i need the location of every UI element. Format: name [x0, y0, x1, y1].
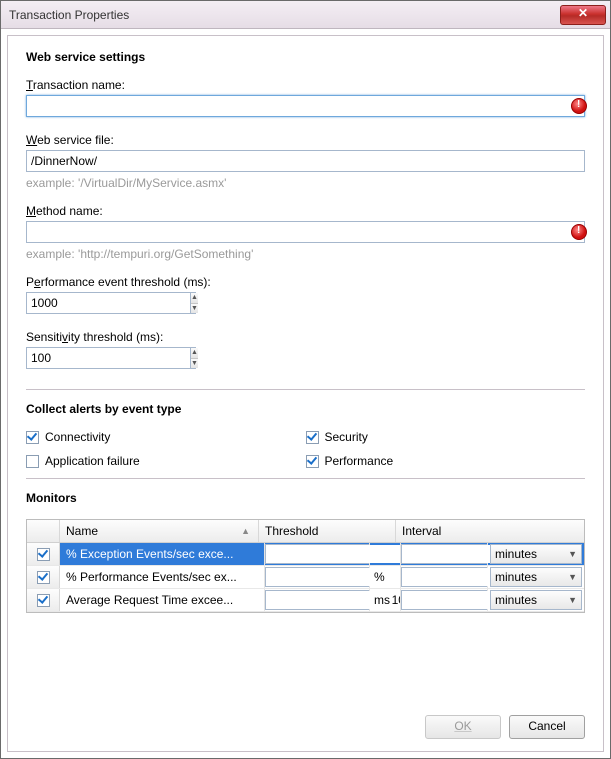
- table-row[interactable]: Average Request Time excee... ▲▼ ms ▲▼: [27, 589, 584, 612]
- perf-threshold-input[interactable]: [27, 293, 190, 313]
- transaction-name-label: Transaction name:: [26, 78, 585, 92]
- web-service-file-input[interactable]: [26, 150, 585, 172]
- sens-threshold-input[interactable]: [27, 348, 190, 368]
- method-name-example: example: 'http://tempuri.org/GetSomethin…: [26, 247, 585, 261]
- check-security[interactable]: [306, 431, 319, 444]
- dialog-window: Transaction Properties ✕ Web service set…: [0, 0, 611, 759]
- monitors-grid: Name ▲ Threshold Interval % Exception Ev…: [26, 519, 585, 613]
- row-checkbox[interactable]: [37, 571, 50, 584]
- row-name: % Performance Events/sec ex...: [60, 566, 265, 588]
- titlebar: Transaction Properties ✕: [1, 1, 610, 29]
- spin-down-icon[interactable]: ▼: [191, 304, 198, 314]
- chevron-down-icon: ▼: [568, 549, 577, 559]
- col-interval[interactable]: Interval: [396, 520, 584, 542]
- ok-button: OK: [425, 715, 501, 739]
- row-checkbox[interactable]: [37, 548, 50, 561]
- cancel-button[interactable]: Cancel: [509, 715, 585, 739]
- row-interval-unit-select[interactable]: minutes▼: [490, 544, 582, 564]
- transaction-name-input[interactable]: [26, 95, 585, 117]
- table-row[interactable]: % Performance Events/sec ex... ▲▼ % ▲▼: [27, 566, 584, 589]
- grid-header: Name ▲ Threshold Interval: [27, 520, 584, 543]
- sort-asc-icon: ▲: [241, 526, 250, 536]
- spin-up-icon[interactable]: ▲: [191, 348, 198, 359]
- col-threshold[interactable]: Threshold: [259, 520, 396, 542]
- row-name: Average Request Time excee...: [60, 589, 265, 611]
- window-title: Transaction Properties: [9, 8, 560, 22]
- sens-threshold-spinner[interactable]: ▲ ▼: [26, 347, 196, 369]
- perf-threshold-label: Performance event threshold (ms):: [26, 275, 585, 289]
- section-web-service-heading: Web service settings: [26, 50, 585, 64]
- section-collect-heading: Collect alerts by event type: [26, 402, 585, 416]
- row-name: % Exception Events/sec exce...: [60, 543, 265, 565]
- collect-checks: Connectivity Security Application failur…: [26, 430, 585, 468]
- check-security-label: Security: [325, 430, 368, 444]
- separator: [26, 389, 585, 390]
- col-check[interactable]: [27, 520, 60, 542]
- check-performance-label: Performance: [325, 454, 394, 468]
- chevron-down-icon: ▼: [568, 595, 577, 605]
- row-interval-spinner[interactable]: ▲▼: [401, 544, 487, 564]
- spin-down-icon[interactable]: ▼: [191, 359, 198, 369]
- row-interval-spinner[interactable]: ▲▼: [401, 590, 487, 610]
- close-button[interactable]: ✕: [560, 5, 606, 25]
- section-monitors-heading: Monitors: [26, 491, 585, 505]
- spin-up-icon[interactable]: ▲: [191, 293, 198, 304]
- check-application-failure-label: Application failure: [45, 454, 140, 468]
- row-threshold-spinner[interactable]: ▲▼: [265, 590, 369, 610]
- row-unit: ms: [370, 589, 401, 611]
- row-interval-spinner[interactable]: ▲▼: [401, 567, 487, 587]
- sens-threshold-label: Sensitivity threshold (ms):: [26, 330, 585, 344]
- perf-threshold-spinner[interactable]: ▲ ▼: [26, 292, 196, 314]
- web-service-file-example: example: '/VirtualDir/MyService.asmx': [26, 176, 585, 190]
- row-checkbox[interactable]: [37, 594, 50, 607]
- error-icon: [571, 98, 587, 114]
- check-connectivity[interactable]: [26, 431, 39, 444]
- row-threshold-spinner[interactable]: ▲▼: [265, 567, 369, 587]
- row-unit: %: [370, 543, 401, 565]
- method-name-input[interactable]: [26, 221, 585, 243]
- dialog-body: Web service settings Transaction name: W…: [7, 35, 604, 752]
- error-icon: [571, 224, 587, 240]
- col-name[interactable]: Name ▲: [60, 520, 259, 542]
- check-performance[interactable]: [306, 455, 319, 468]
- check-application-failure[interactable]: [26, 455, 39, 468]
- table-row[interactable]: % Exception Events/sec exce... ▲▼ % ▲▼: [27, 543, 584, 566]
- method-name-label: Method name:: [26, 204, 585, 218]
- row-unit: %: [370, 566, 401, 588]
- row-interval-unit-select[interactable]: minutes▼: [490, 567, 582, 587]
- check-connectivity-label: Connectivity: [45, 430, 110, 444]
- chevron-down-icon: ▼: [568, 572, 577, 582]
- dialog-button-row: OK Cancel: [26, 705, 585, 739]
- row-interval-unit-select[interactable]: minutes▼: [490, 590, 582, 610]
- row-threshold-spinner[interactable]: ▲▼: [265, 544, 369, 564]
- web-service-file-label: Web service file:: [26, 133, 585, 147]
- separator: [26, 478, 585, 479]
